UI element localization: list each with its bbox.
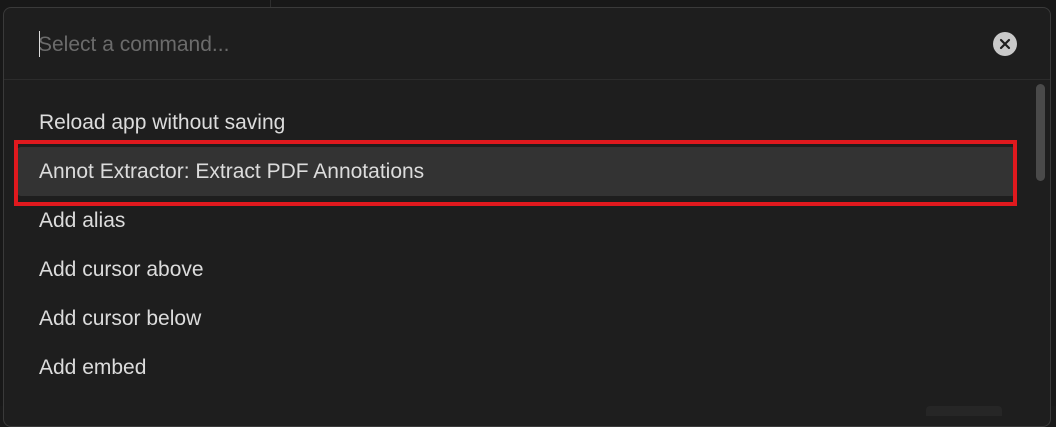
command-item-add-alias[interactable]: Add alias <box>17 196 1016 245</box>
command-search-input[interactable] <box>38 26 938 64</box>
footer-hint <box>926 406 1002 416</box>
scrollbar-thumb[interactable] <box>1036 84 1045 181</box>
command-item-add-cursor-below[interactable]: Add cursor below <box>17 294 1016 343</box>
clear-button[interactable] <box>993 32 1017 56</box>
command-item-add-cursor-above[interactable]: Add cursor above <box>17 245 1016 294</box>
command-item-reload-app[interactable]: Reload app without saving <box>17 98 1016 147</box>
command-palette: Reload app without saving Annot Extracto… <box>3 7 1051 427</box>
prompt-input-row <box>4 8 1050 80</box>
command-item-extract-pdf-annotations[interactable]: Annot Extractor: Extract PDF Annotations <box>17 147 1016 196</box>
text-caret <box>39 31 40 57</box>
command-results-list: Reload app without saving Annot Extracto… <box>4 98 1034 392</box>
command-item-add-embed[interactable]: Add embed <box>17 343 1016 392</box>
close-icon <box>999 38 1011 50</box>
